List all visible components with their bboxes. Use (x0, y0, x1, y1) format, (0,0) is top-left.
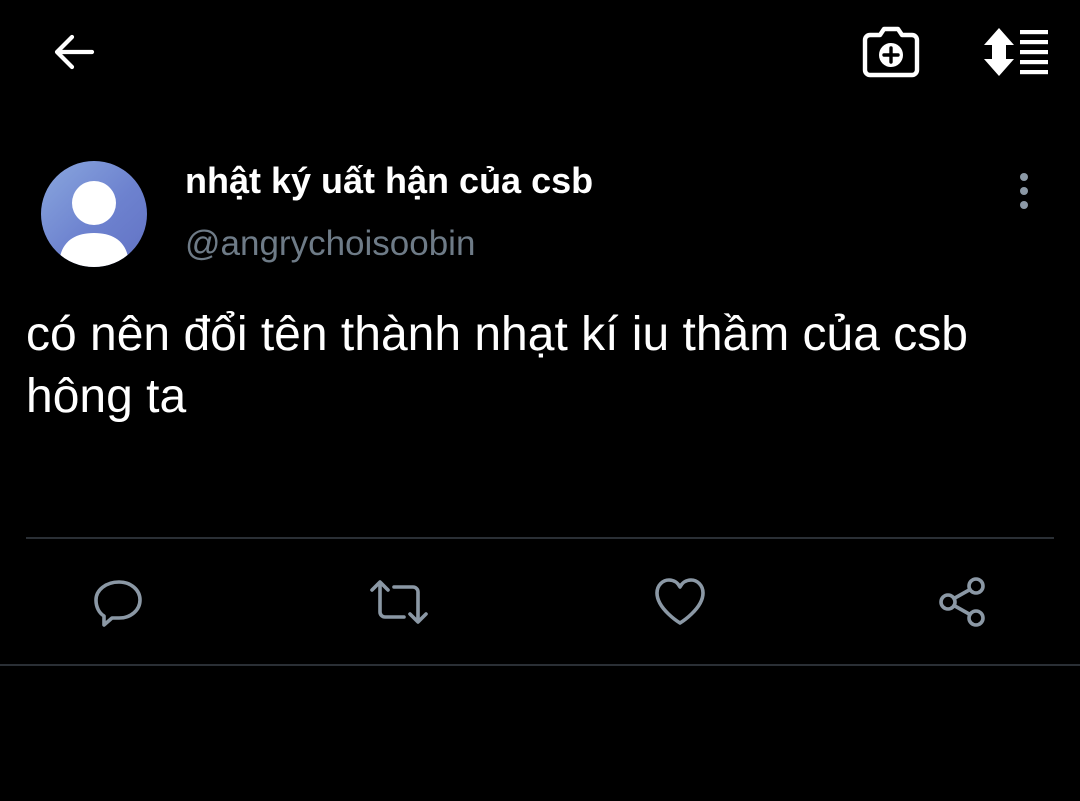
top-toolbar (0, 0, 1080, 110)
display-name[interactable]: nhật ký uất hận của csb (185, 160, 593, 202)
more-options-button[interactable] (1004, 168, 1044, 214)
user-handle[interactable]: @angrychoisoobin (185, 224, 475, 264)
divider (0, 664, 1080, 666)
divider (26, 537, 1054, 539)
default-user-icon (59, 181, 129, 267)
like-button[interactable] (648, 570, 712, 634)
tweet-text: có nên đổi tên thành nhạt kí iu thầm của… (26, 308, 968, 423)
more-vertical-icon (1018, 171, 1030, 211)
camera-button[interactable] (858, 22, 924, 82)
share-button[interactable] (930, 570, 994, 634)
reply-icon (92, 576, 144, 628)
arrow-left-icon (50, 28, 98, 76)
sort-button[interactable] (978, 22, 1054, 82)
camera-add-icon (862, 26, 920, 78)
reply-button[interactable] (86, 570, 150, 634)
heart-icon (653, 576, 707, 628)
back-button[interactable] (44, 22, 104, 82)
sort-list-icon (982, 26, 1050, 78)
retweet-button[interactable] (367, 570, 431, 634)
avatar[interactable] (41, 161, 147, 267)
share-icon (936, 576, 988, 628)
retweet-icon (368, 576, 430, 628)
